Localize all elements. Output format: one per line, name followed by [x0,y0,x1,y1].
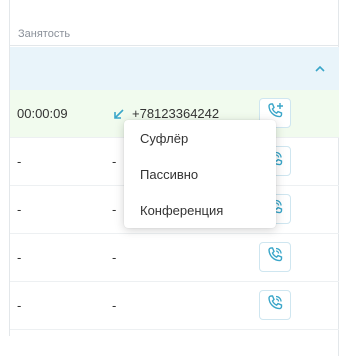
menu-item-conference[interactable]: Конференция [124,193,276,229]
arrow-down-left-icon [112,107,126,121]
table-row[interactable]: - - [10,234,339,282]
phone-number: +78123364242 [132,106,220,121]
listen-call-button[interactable] [259,290,291,320]
call-mode-menu: Суфлёр Пассивно Конференция [124,120,276,228]
menu-item-passive[interactable]: Пассивно [124,157,276,193]
direction: - [112,154,117,169]
listen-call-button[interactable] [259,242,291,272]
table-row[interactable]: - - [10,282,339,330]
duration: - [17,250,22,265]
column-header-busy[interactable]: Занятость [10,22,339,46]
phone-listen-icon [265,293,285,318]
duration: - [17,154,22,169]
phone-listen-icon [265,245,285,270]
group-header[interactable] [10,47,339,91]
duration: - [17,202,22,217]
menu-item-whisper[interactable]: Суфлёр [124,121,276,157]
duration: - [17,298,22,313]
chevron-up-icon[interactable] [313,61,327,75]
direction: - [112,202,117,217]
direction: - [112,250,117,265]
duration: 00:00:09 [17,106,68,121]
direction: - [112,298,117,313]
